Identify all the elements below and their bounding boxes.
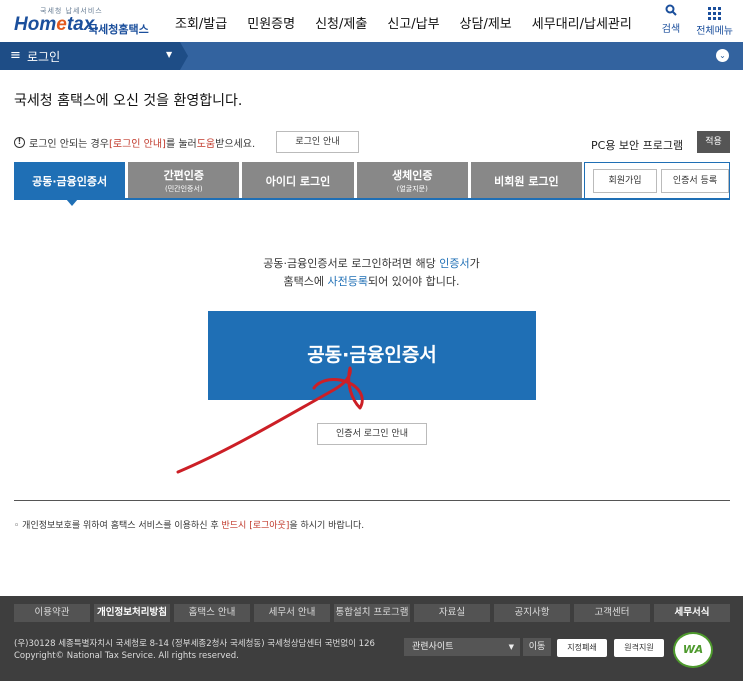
menu-icon: ≡ [10,48,21,63]
badge-designated[interactable]: 지정폐쇄 [557,639,607,657]
divider [14,500,730,501]
cert-desc-line1: 공동·금융인증서로 로그인하려면 해당 인증서가 [263,257,480,270]
side-button-group: 회원가입 인증서 등록 [584,162,730,199]
wa-certification-mark: WA [673,632,713,668]
search-button[interactable]: 검색 [662,4,680,37]
apply-button[interactable]: 적용 [697,131,730,153]
badge-remote-support[interactable]: 원격지원 [614,639,664,657]
grid-icon [708,7,722,20]
footer-link-support[interactable]: 고객센터 [574,604,650,622]
footer-link-privacy[interactable]: 개인정보처리방침 [94,604,170,622]
tab-guest-login[interactable]: 비회원 로그인 [470,162,583,199]
go-button[interactable]: 이동 [523,638,551,656]
search-icon [665,4,677,20]
privacy-notice: ◦ 개인정보보호를 위하여 홈택스 서비스를 이용하신 후 반드시 [로그아웃]… [14,521,365,531]
login-tabs: 공동·금융인증서 간편인증 (민간인증서) 아이디 로그인 생체인증 (얼굴지문… [14,162,583,206]
signup-button[interactable]: 회원가입 [593,169,657,193]
footer-address: (우)30128 세종특별자치시 국세청로 8-14 (정부세종2청사 국세청동… [14,639,375,661]
footer-link-archive[interactable]: 자료실 [414,604,490,622]
related-sites-select[interactable]: 관련사이트 ▼ [404,638,520,656]
nav-item-certificate[interactable]: 민원증명 [247,13,295,32]
tab-underline [14,198,730,200]
nav-item-filing[interactable]: 신고/납부 [387,13,439,32]
footer-link-notice[interactable]: 공지사항 [494,604,570,622]
page-title: 국세청 홈택스에 오신 것을 환영합니다. [14,93,243,109]
footer-nav: 이용약관 개인정보처리방침 홈택스 안내 세무서 안내 통합설치 프로그램 자료… [14,604,730,622]
exclamation-icon: ! [14,137,25,148]
logo-brand-kr: 국세청홈택스 [88,23,149,36]
chevron-down-icon[interactable]: ⌄ [716,49,729,62]
joint-cert-login-button[interactable]: 공동·금융인증서 [208,311,536,400]
login-notice: ! 로그인 안되는 경우 [로그인 안내] 를 눌러 도움 받으세요. [14,135,255,150]
caret-down-icon: ▼ [166,50,173,59]
breadcrumb-title: 로그인 [27,50,61,64]
hometax-logo[interactable]: 국세청 납세서비스 Hometax. 국세청홈택스 [12,6,152,38]
nav-item-inquiry[interactable]: 조회/발급 [175,13,227,32]
all-menu-button[interactable]: 전체메뉴 [696,4,733,37]
cert-register-button[interactable]: 인증서 등록 [661,169,729,193]
nav-item-agent[interactable]: 세무대리/납세관리 [532,13,632,32]
cert-desc-line2: 홈택스에 사전등록되어 있어야 합니다. [283,275,460,288]
nav-item-application[interactable]: 신청/제출 [315,13,367,32]
tab-simple-auth[interactable]: 간편인증 (민간인증서) [128,162,240,199]
top-icons: 검색 전체메뉴 [662,4,733,37]
tab-biometric[interactable]: 생체인증 (얼굴지문) [356,162,468,199]
footer-link-install[interactable]: 통합설치 프로그램 [334,604,410,622]
footer-link-terms[interactable]: 이용약관 [14,604,90,622]
pc-security-label: PC용 보안 프로그램 [591,139,684,152]
tab-joint-cert[interactable]: 공동·금융인증서 [14,162,126,206]
logo-brand: Hometax. [14,14,100,35]
top-nav: 조회/발급 민원증명 신청/제출 신고/납부 상담/제보 세무대리/납세관리 [175,13,632,32]
breadcrumb: ≡ 로그인 ▼ ⌄ [0,42,743,70]
login-guide-button[interactable]: 로그인 안내 [276,131,359,153]
top-header: 국세청 납세서비스 Hometax. 국세청홈택스 조회/발급 민원증명 신청/… [0,0,743,42]
nav-item-consult[interactable]: 상담/제보 [460,13,512,32]
footer-link-forms[interactable]: 세무서식 [654,604,730,622]
cert-login-guide-button[interactable]: 인증서 로그인 안내 [317,423,427,445]
footer: 이용약관 개인정보처리방침 홈택스 안내 세무서 안내 통합설치 프로그램 자료… [0,596,743,681]
all-menu-label: 전체메뉴 [696,26,733,37]
search-label: 검색 [661,24,681,35]
caret-down-icon: ▼ [508,643,514,651]
footer-link-guide[interactable]: 홈택스 안내 [174,604,250,622]
footer-link-office[interactable]: 세무서 안내 [254,604,330,622]
tab-id-login[interactable]: 아이디 로그인 [242,162,354,199]
